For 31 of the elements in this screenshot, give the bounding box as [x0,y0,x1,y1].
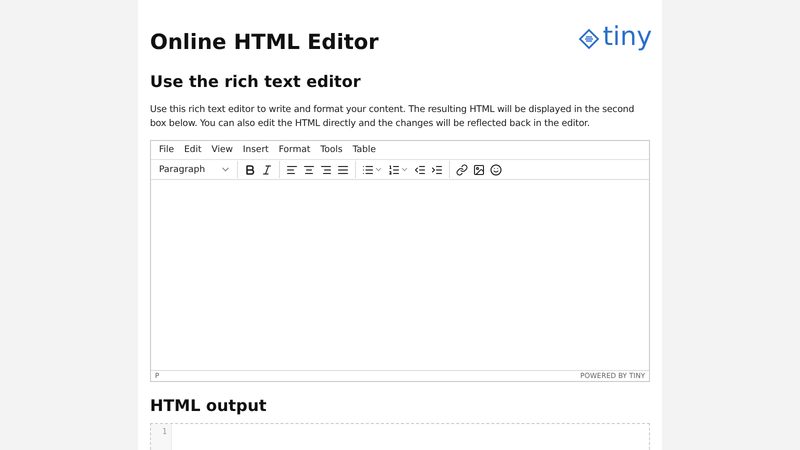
section-heading: Use the rich text editor [150,72,362,91]
numbered-list-icon [388,164,400,176]
emoji-icon [490,164,502,176]
menu-item[interactable]: Insert [238,145,275,155]
align-center-icon [303,164,315,176]
align-right-icon [320,164,332,176]
line-number: 1 [161,426,168,436]
bold-icon [244,164,256,176]
justify-icon [337,164,349,176]
menu-item[interactable]: View [208,145,239,155]
menu-item[interactable]: Edit [180,145,208,155]
logo-text: tiny [602,24,652,54]
indent-icon [431,164,443,176]
chevron-down-icon [374,165,383,174]
description-text: Use this rich text editor to write and format your content. The resulting HTML will be displayed in the second box below. You can also edit the HTML directly and the changes will be reflected back in the editor. [150,103,636,131]
menu-item[interactable]: Tools [316,145,349,155]
outdent-icon [414,164,426,176]
chevron-down-icon [400,165,409,174]
menu-item[interactable]: Format [274,145,316,155]
emoji-button[interactable] [488,162,504,178]
align-left-icon [286,164,298,176]
image-icon [473,164,485,176]
italic-icon [261,164,273,176]
menu-item[interactable]: Table [348,145,382,155]
page-title: Online HTML Editor [150,30,379,54]
link-button[interactable] [454,162,470,178]
block-format-dropdown[interactable]: Paragraph [157,164,233,175]
diamond-logo-icon [578,28,600,50]
menu-item[interactable]: File [155,145,180,155]
section-heading: HTML output [150,396,268,415]
link-icon [456,164,468,176]
